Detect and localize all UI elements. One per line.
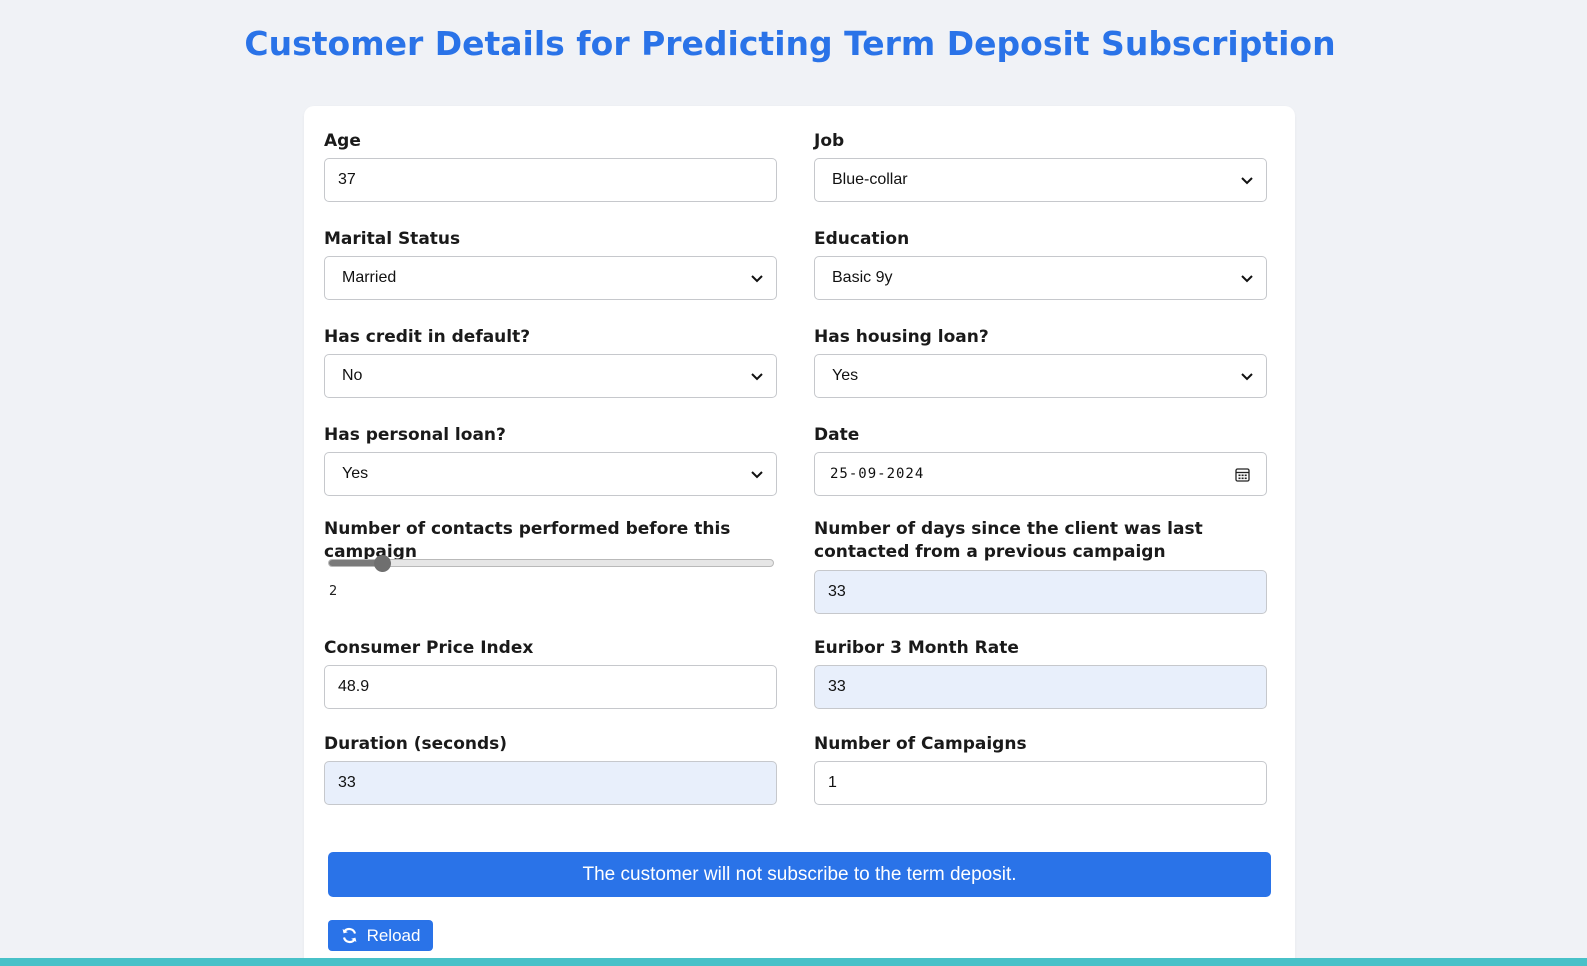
refresh-icon [342,927,356,944]
housing-select[interactable]: Yes [814,354,1267,398]
euribor-label: Euribor 3 Month Rate [814,638,1019,658]
pdays-input[interactable]: 33 [814,570,1267,614]
marital-select[interactable]: Married [324,256,777,300]
housing-field: Has housing loan? Yes [814,326,1267,398]
chevron-down-icon [1241,275,1253,283]
pdays-label: Number of days since the client was last… [814,519,1203,562]
previous-contacts-slider[interactable] [328,555,774,572]
marital-select-value: Married [342,269,397,286]
campaigns-input[interactable]: 1 [814,761,1267,805]
personal-loan-field: Has personal loan? Yes [324,424,777,496]
default-select-value: No [342,367,363,384]
euribor-field: Euribor 3 Month Rate 33 [814,637,1267,709]
age-field: Age 37 [324,130,777,202]
date-label: Date [814,425,860,445]
housing-select-value: Yes [832,367,859,384]
previous-contacts-label: Number of contacts performed before this… [324,519,731,562]
previous-contacts-value: 2 [329,584,338,599]
reload-label: Reload [366,925,421,945]
chevron-down-icon [751,275,763,283]
cpi-input[interactable]: 48.9 [324,665,777,709]
cpi-label: Consumer Price Index [324,638,534,658]
campaigns-label: Number of Campaigns [814,734,1027,754]
job-label: Job [814,131,845,151]
education-field: Education Basic 9y [814,228,1267,300]
education-select-value: Basic 9y [832,269,893,286]
date-field: Date 25-09-2024 [814,424,1267,496]
pdays-field: Number of days since the client was last… [814,518,1267,614]
duration-input[interactable]: 33 [324,761,777,805]
date-input-value: 25-09-2024 [830,466,925,482]
age-label: Age [324,131,361,151]
default-field: Has credit in default? No [324,326,777,398]
chevron-down-icon [751,373,763,381]
page-title: Customer Details for Predicting Term Dep… [244,24,1336,63]
job-select-value: Blue-collar [832,171,908,188]
bottom-stripe [0,958,1587,966]
calendar-icon[interactable] [1235,467,1250,482]
education-label: Education [814,229,910,249]
chevron-down-icon [751,471,763,479]
duration-field: Duration (seconds) 33 [324,733,777,805]
personal-loan-select[interactable]: Yes [324,452,777,496]
personal-loan-label: Has personal loan? [324,425,506,445]
personal-loan-select-value: Yes [342,465,369,482]
prediction-result-banner: The customer will not subscribe to the t… [328,852,1271,897]
housing-label: Has housing loan? [814,327,989,347]
marital-field: Marital Status Married [324,228,777,300]
education-select[interactable]: Basic 9y [814,256,1267,300]
chevron-down-icon [1241,373,1253,381]
euribor-input[interactable]: 33 [814,665,1267,709]
chevron-down-icon [1241,177,1253,185]
campaigns-field: Number of Campaigns 1 [814,733,1267,805]
form-card: Age 37 Job Blue-collar Marital Status Ma… [304,106,1295,966]
duration-label: Duration (seconds) [324,734,508,754]
cpi-field: Consumer Price Index 48.9 [324,637,777,709]
marital-label: Marital Status [324,229,461,249]
date-input[interactable]: 25-09-2024 [814,452,1267,496]
reload-button[interactable]: Reload [328,920,433,951]
default-label: Has credit in default? [324,327,531,347]
age-input[interactable]: 37 [324,158,777,202]
job-select[interactable]: Blue-collar [814,158,1267,202]
job-field: Job Blue-collar [814,130,1267,202]
default-select[interactable]: No [324,354,777,398]
